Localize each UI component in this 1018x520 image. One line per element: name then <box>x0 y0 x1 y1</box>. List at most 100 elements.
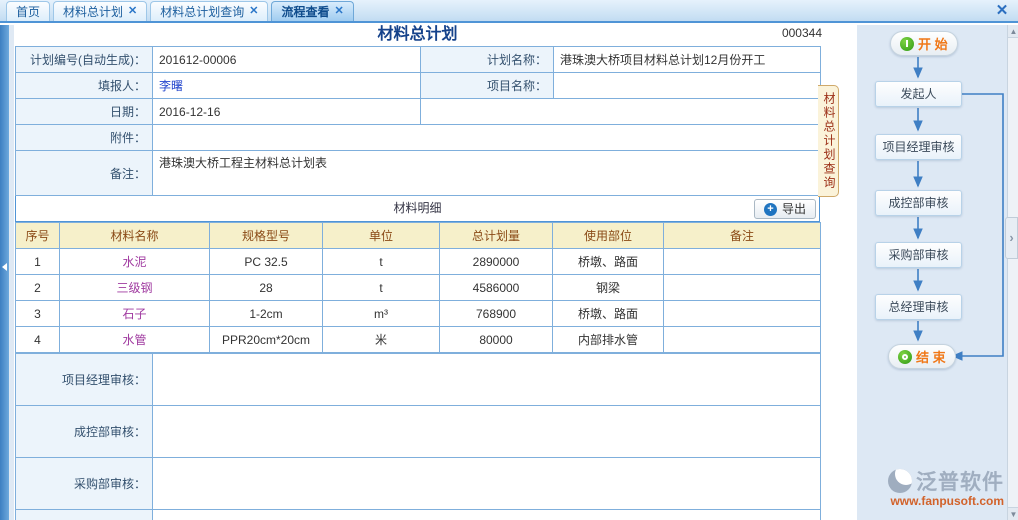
collapse-left-icon <box>2 263 7 271</box>
tab-bar: 首页 材料总计划 ✕ 材料总计划查询 ✕ 流程查看 ✕ ✕ <box>0 0 1018 23</box>
page-title: 材料总计划 <box>15 25 820 46</box>
spec-cell: 28 <box>210 275 323 301</box>
row-no: 4 <box>16 327 60 353</box>
project-name-label: 项目名称： <box>421 73 554 99</box>
review-label: 总经理审核： <box>16 510 153 520</box>
end-label: 结 束 <box>916 347 946 366</box>
plan-no-label: 计划编号(自动生成)： <box>16 47 153 73</box>
review-value <box>153 510 821 520</box>
row-no: 2 <box>16 275 60 301</box>
material-name-link[interactable]: 石子 <box>122 307 146 321</box>
unit-cell: 米 <box>323 327 440 353</box>
row-no: 3 <box>16 301 60 327</box>
doc-number: 000344 <box>782 26 822 40</box>
spec-cell: PPR20cm*20cm <box>210 327 323 353</box>
table-row: 4 水管 PPR20cm*20cm 米 80000 内部排水管 <box>16 327 821 353</box>
side-tab-material-plan-query[interactable]: 材料总计划查询 <box>818 85 839 197</box>
unit-cell: t <box>323 275 440 301</box>
end-icon <box>898 350 912 364</box>
qty-cell: 2890000 <box>440 249 553 275</box>
review-row: 项目经理审核： <box>16 354 821 406</box>
workflow-node-initiator[interactable]: 发起人 <box>875 81 962 107</box>
scroll-down-icon[interactable]: ▼ <box>1008 507 1018 520</box>
workflow-end-node[interactable]: 结 束 <box>888 344 956 369</box>
brand-url: www.fanpusoft.com <box>888 494 1004 508</box>
remark-cell <box>664 301 821 327</box>
remark-cell <box>664 275 821 301</box>
close-icon[interactable]: ✕ <box>335 6 344 17</box>
app-window: 首页 材料总计划 ✕ 材料总计划查询 ✕ 流程查看 ✕ ✕ 材料总计划 0003… <box>0 0 1018 520</box>
remark-cell <box>664 327 821 353</box>
review-row: 成控部审核： <box>16 406 821 458</box>
export-label: 导出 <box>782 200 806 218</box>
location-cell: 钢梁 <box>553 275 664 301</box>
location-cell: 桥墩、路面 <box>553 301 664 327</box>
unit-cell: t <box>323 249 440 275</box>
sidebar-collapse-strip[interactable] <box>0 25 9 520</box>
spec-cell: 1-2cm <box>210 301 323 327</box>
workflow-start-node[interactable]: 开 始 <box>890 31 958 56</box>
spec-cell: PC 32.5 <box>210 249 323 275</box>
tab-label: 材料总计划 <box>63 3 123 20</box>
close-icon[interactable]: ✕ <box>128 6 137 17</box>
col-header: 材料名称 <box>60 223 210 249</box>
review-label: 成控部审核： <box>16 406 153 458</box>
material-name-link[interactable]: 水管 <box>122 333 146 347</box>
workflow-panel: 开 始 发起人 项目经理审核 成控部审核 采购部审核 总经理审核 结 束 泛普软… <box>857 25 1018 520</box>
review-table: 项目经理审核： 成控部审核： 采购部审核： 总经理审核： <box>15 353 821 520</box>
review-row: 采购部审核： <box>16 458 821 510</box>
date-label: 日期： <box>16 99 153 125</box>
qty-cell: 4586000 <box>440 275 553 301</box>
tab-material-plan-query[interactable]: 材料总计划查询 ✕ <box>150 1 268 21</box>
reporter-link[interactable]: 李曙 <box>159 79 183 93</box>
materials-table: 序号 材料名称 规格型号 单位 总计划量 使用部位 备注 1 水泥 PC 32.… <box>15 222 821 353</box>
tab-home[interactable]: 首页 <box>6 1 50 21</box>
sidebar-gutter <box>9 25 14 520</box>
review-value <box>153 354 821 406</box>
panel-splitter-handle[interactable]: › <box>1005 217 1018 259</box>
location-cell: 内部排水管 <box>553 327 664 353</box>
attachment-value <box>153 125 821 151</box>
plus-icon: + <box>764 203 777 216</box>
tab-material-plan[interactable]: 材料总计划 ✕ <box>53 1 147 21</box>
col-header: 备注 <box>664 223 821 249</box>
review-value <box>153 406 821 458</box>
review-value <box>153 458 821 510</box>
remark-label: 备注： <box>16 151 153 196</box>
brand-logo-icon <box>888 469 912 493</box>
reporter-label: 填报人： <box>16 73 153 99</box>
remark-cell <box>664 249 821 275</box>
material-name-link[interactable]: 水泥 <box>122 255 146 269</box>
brand-footer: 泛普软件 www.fanpusoft.com <box>888 466 1004 508</box>
material-detail-title: 材料明细 <box>393 201 441 215</box>
close-icon[interactable]: ✕ <box>249 6 258 17</box>
table-row: 3 石子 1-2cm m³ 768900 桥墩、路面 <box>16 301 821 327</box>
plan-name-label: 计划名称： <box>421 47 554 73</box>
scroll-up-icon[interactable]: ▲ <box>1008 25 1018 38</box>
table-header-row: 序号 材料名称 规格型号 单位 总计划量 使用部位 备注 <box>16 223 821 249</box>
material-detail-bar: 材料明细 + 导出 <box>15 196 820 222</box>
remark-value: 港珠澳大桥工程主材料总计划表 <box>153 151 821 196</box>
qty-cell: 768900 <box>440 301 553 327</box>
export-button[interactable]: + 导出 <box>754 199 816 219</box>
tab-label: 材料总计划查询 <box>160 3 244 20</box>
workflow-node-project-manager-review[interactable]: 项目经理审核 <box>875 134 962 160</box>
close-icon[interactable]: ✕ <box>992 2 1012 20</box>
material-name-link[interactable]: 三级钢 <box>116 281 152 295</box>
workflow-node-cost-control-review[interactable]: 成控部审核 <box>875 190 962 216</box>
workflow-node-purchasing-review[interactable]: 采购部审核 <box>875 242 962 268</box>
workflow-scrollbar[interactable]: ▲ ▼ <box>1007 25 1018 520</box>
col-header: 总计划量 <box>440 223 553 249</box>
date-value: 2016-12-16 <box>153 99 421 125</box>
plan-no-value: 201612-00006 <box>153 47 421 73</box>
empty-cell <box>421 99 821 125</box>
workflow-node-general-manager-review[interactable]: 总经理审核 <box>875 294 962 320</box>
form-area: 材料总计划 000344 计划编号(自动生成)： 201612-00006 计划… <box>15 25 820 520</box>
review-row: 总经理审核： <box>16 510 821 520</box>
table-row: 2 三级钢 28 t 4586000 钢梁 <box>16 275 821 301</box>
qty-cell: 80000 <box>440 327 553 353</box>
tab-process-view[interactable]: 流程查看 ✕ <box>271 1 353 21</box>
tab-label: 流程查看 <box>281 3 329 20</box>
start-label: 开 始 <box>918 34 948 53</box>
location-cell: 桥墩、路面 <box>553 249 664 275</box>
